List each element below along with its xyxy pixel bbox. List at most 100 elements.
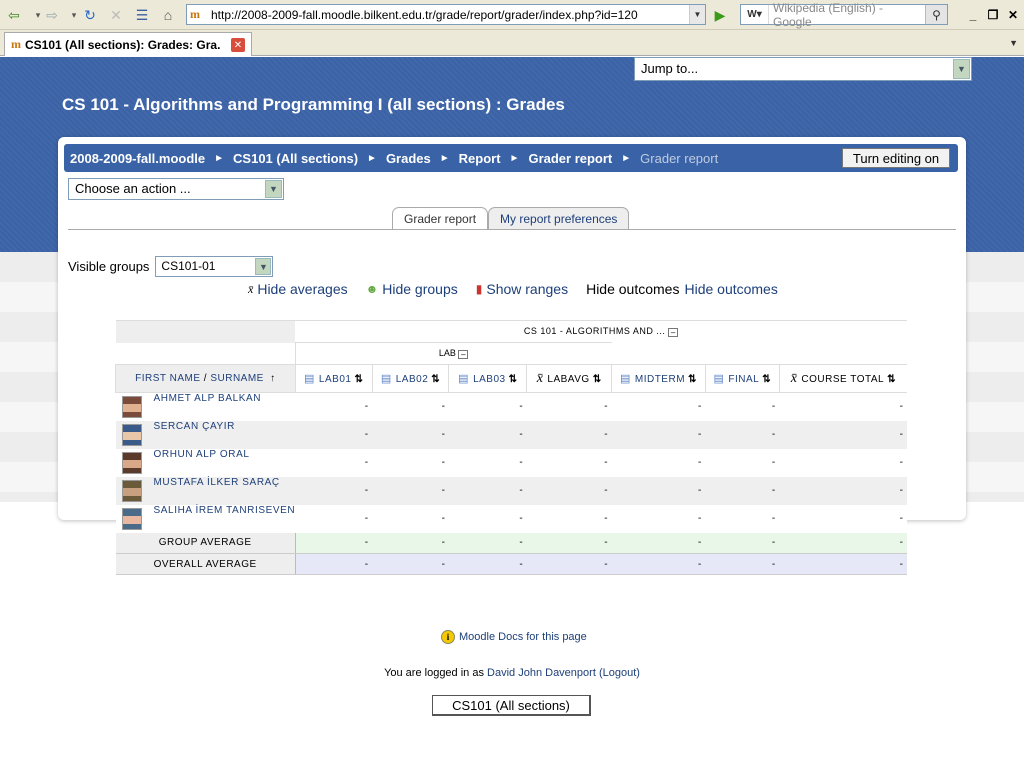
chevron-down-icon[interactable]: ▼ [255,258,272,275]
hide-averages-toggle[interactable]: x̄ Hide averages [248,281,348,297]
hide-groups-toggle[interactable]: ☻ Hide groups [366,281,458,297]
grade-cell[interactable]: - [372,504,449,533]
action-select[interactable]: Choose an action ... ▼ [68,178,284,200]
collapse-icon[interactable]: – [458,349,469,359]
grade-cell[interactable]: - [448,504,527,533]
close-window-icon[interactable]: ✕ [1004,6,1022,24]
forward-icon[interactable]: ⇨ [42,5,62,25]
avatar[interactable] [121,507,142,530]
home-icon[interactable]: ⌂ [158,5,178,25]
grade-cell[interactable]: - [295,392,373,421]
sort-surname-link[interactable]: SURNAME [210,373,264,384]
tab-grader-report[interactable]: Grader report [392,207,489,230]
grade-cell[interactable]: - [295,448,373,477]
search-engine-icon[interactable]: W▾ [741,5,769,24]
sort-icon[interactable]: ⇅ [593,374,602,385]
student-name-link[interactable]: SALIHA İREM TANRISEVEN [154,505,296,516]
avatar[interactable] [121,451,142,474]
restore-icon[interactable]: ❐ [984,6,1002,24]
hide-averages-link[interactable]: Hide averages [257,281,347,297]
lab03-link[interactable]: LAB03 [473,374,506,385]
hide-groups-link[interactable]: Hide groups [382,281,458,297]
grade-cell[interactable]: - [779,392,907,421]
jump-to-select[interactable]: Jump to... ▼ [634,57,972,81]
sort-icon[interactable]: ⇅ [887,374,896,385]
grade-cell[interactable]: - [372,476,449,505]
avatar[interactable] [121,395,142,418]
grade-cell[interactable]: - [526,392,612,421]
breadcrumb-grades[interactable]: Grades [386,151,431,166]
grade-cell[interactable]: - [526,448,612,477]
student-name-link[interactable]: ORHUN ALP ORAL [154,449,250,460]
grade-cell[interactable]: - [372,420,449,449]
collapse-icon[interactable]: – [668,327,679,337]
go-icon[interactable]: ▶ [710,5,730,25]
breadcrumb-grader-report[interactable]: Grader report [528,151,612,166]
grade-cell[interactable]: - [526,476,612,505]
student-name-link[interactable]: MUSTAFA İLKER SARAÇ [154,477,280,488]
avatar[interactable] [121,423,142,446]
grade-cell[interactable]: - [526,504,612,533]
sort-first-name-link[interactable]: FIRST NAME [135,373,200,384]
tab-my-report-preferences[interactable]: My report preferences [488,207,630,230]
sort-ascending-icon[interactable]: ↑ [270,373,276,384]
browser-tab[interactable]: m CS101 (All sections): Grades: Gra... ✕ [4,32,252,56]
student-name-link[interactable]: SERCAN ÇAYIR [154,421,235,432]
visible-groups-select[interactable]: CS101-01 ▼ [155,256,274,277]
course-home-button[interactable]: CS101 (All sections) [432,695,591,716]
search-magnifier-icon[interactable]: ⚲ [925,5,947,24]
bookmarks-icon[interactable]: ☰ [132,5,152,25]
tab-close-icon[interactable]: ✕ [231,38,245,52]
lab01-link[interactable]: LAB01 [319,374,352,385]
grade-cell[interactable]: - [526,420,612,449]
lab02-link[interactable]: LAB02 [396,374,429,385]
sort-icon[interactable]: ⇅ [354,374,363,385]
tab-list-icon[interactable]: ▼ [1009,38,1018,48]
grade-cell[interactable]: - [448,448,527,477]
grade-cell[interactable]: - [779,420,907,449]
stop-icon[interactable]: ✕ [106,5,126,25]
sort-icon[interactable]: ⇅ [509,374,518,385]
chevron-down-icon[interactable]: ▼ [265,180,282,198]
final-link[interactable]: FINAL [728,374,759,385]
avatar[interactable] [121,479,142,502]
grade-cell[interactable]: - [372,392,449,421]
user-link[interactable]: David John Davenport [487,667,596,679]
address-bar[interactable]: m http://2008-2009-fall.moodle.bilkent.e… [186,4,706,25]
minimize-icon[interactable]: _ [964,6,982,24]
grade-cell[interactable]: - [705,504,780,533]
breadcrumb-course[interactable]: CS101 (All sections) [233,151,358,166]
grade-cell[interactable]: - [705,476,780,505]
back-icon[interactable]: ⇦ [4,5,24,25]
grade-cell[interactable]: - [295,420,373,449]
show-ranges-toggle[interactable]: ▮ Show ranges [476,281,568,297]
sort-icon[interactable]: ⇅ [688,374,697,385]
url-dropdown-icon[interactable]: ▼ [689,5,705,24]
grade-cell[interactable]: - [448,476,527,505]
grade-cell[interactable]: - [611,392,706,421]
grade-cell[interactable]: - [372,448,449,477]
grade-cell[interactable]: - [448,420,527,449]
grade-cell[interactable]: - [611,504,706,533]
grade-cell[interactable]: - [705,420,780,449]
grade-cell[interactable]: - [779,504,907,533]
grade-cell[interactable]: - [295,504,373,533]
grade-cell[interactable]: - [611,448,706,477]
moodle-docs-link[interactable]: Moodle Docs for this page [459,631,587,643]
grade-cell[interactable]: - [779,476,907,505]
grade-cell[interactable]: - [611,476,706,505]
grade-cell[interactable]: - [705,392,780,421]
search-box[interactable]: W▾ Wikipedia (English) - Google ⚲ [740,1,948,29]
hide-outcomes-link[interactable]: Hide outcomes [684,281,777,297]
chevron-down-icon[interactable]: ▼ [953,59,970,79]
grade-cell[interactable]: - [295,476,373,505]
grade-cell[interactable]: - [611,420,706,449]
sort-icon[interactable]: ⇅ [762,374,771,385]
midterm-link[interactable]: MIDTERM [635,374,685,385]
logout-link[interactable]: (Logout) [599,667,640,679]
show-ranges-link[interactable]: Show ranges [486,281,568,297]
grade-cell[interactable]: - [705,448,780,477]
student-name-link[interactable]: AHMET ALP BALKAN [154,393,262,404]
breadcrumb-site[interactable]: 2008-2009-fall.moodle [70,151,205,166]
search-input[interactable]: Wikipedia (English) - Google [769,1,925,29]
